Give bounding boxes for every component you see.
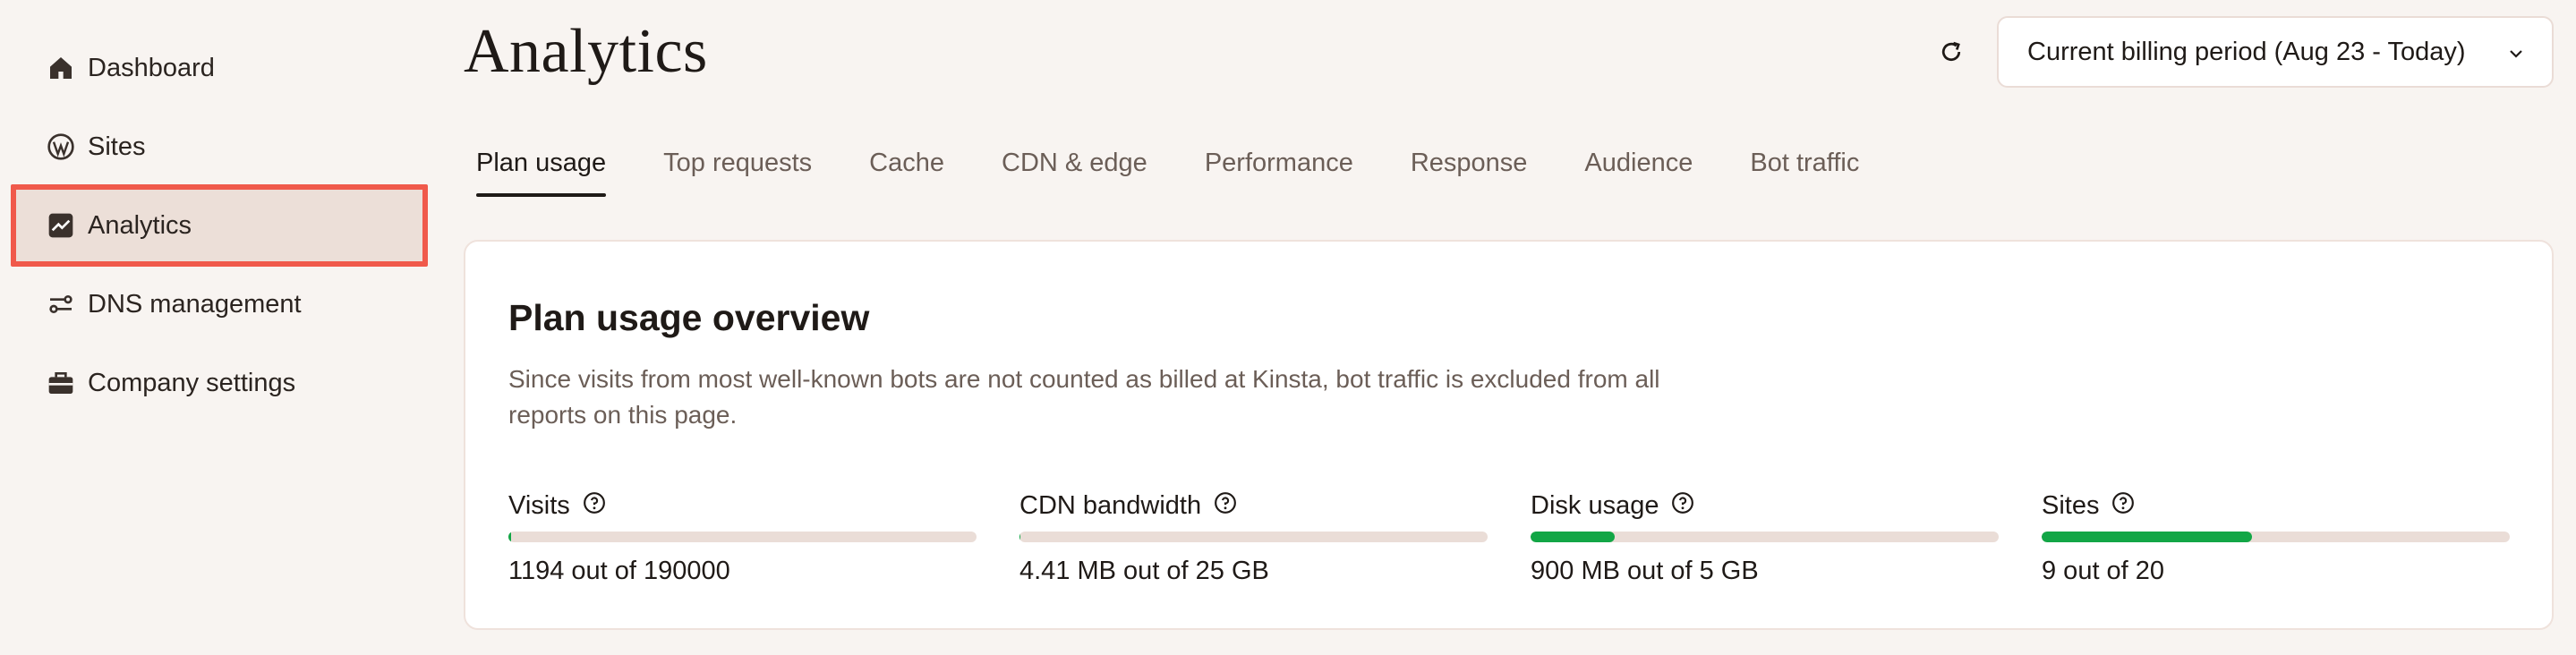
help-icon[interactable] (583, 491, 606, 515)
progress-bar-fill (1531, 532, 1616, 542)
progress-bar-fill (1019, 532, 1021, 542)
sidebar-item-analytics[interactable]: Analytics (11, 184, 428, 267)
home-icon (50, 57, 72, 79)
sidebar-item-label: Analytics (88, 210, 192, 240)
help-icon[interactable] (1671, 491, 1694, 515)
sidebar-item-label: DNS management (88, 289, 302, 319)
metric-label: Sites (2042, 490, 2100, 520)
tab-cdn-edge[interactable]: CDN & edge (1002, 143, 1147, 197)
help-icon[interactable] (2111, 491, 2135, 515)
app-window: Dashboard Sites Analytics DNS management… (0, 0, 2576, 655)
metric-value: 900 MB out of 5 GB (1531, 557, 1759, 585)
tab-performance[interactable]: Performance (1205, 143, 1353, 197)
briefcase-icon (48, 372, 73, 394)
progress-bar (1019, 532, 1488, 542)
progress-bar (2042, 532, 2510, 542)
tab-bot-traffic[interactable]: Bot traffic (1750, 143, 1859, 197)
analytics-icon (48, 213, 73, 238)
metric-disk-usage: Disk usage 900 MB out of 5 GB (1531, 490, 1999, 586)
metric-cdn-bandwidth: CDN bandwidth 4.41 MB out of 25 GB (1019, 490, 1488, 586)
metric-value: 1194 out of 190000 (508, 557, 730, 585)
main-content: Analytics Current billing period (Aug 23… (464, 0, 2554, 655)
chevron-down-icon (2510, 50, 2522, 58)
billing-period-select[interactable]: Current billing period (Aug 23 - Today) (1997, 16, 2554, 88)
analytics-tabs: Plan usage Top requests Cache CDN & edge… (476, 143, 1916, 197)
metric-label: Disk usage (1531, 490, 1659, 520)
refresh-button[interactable] (1932, 32, 1971, 72)
progress-bar (508, 532, 977, 542)
plan-usage-card: Plan usage overview Since visits from mo… (464, 240, 2554, 630)
metric-value: 9 out of 20 (2042, 557, 2165, 585)
sidebar-item-sites[interactable]: Sites (14, 109, 424, 184)
sidebar-item-label: Dashboard (88, 53, 215, 82)
metric-visits: Visits 1194 out of 190000 (508, 490, 977, 586)
sidebar-item-label: Company settings (88, 368, 296, 397)
tab-top-requests[interactable]: Top requests (663, 143, 812, 197)
metric-sites: Sites 9 out of 20 (2042, 490, 2510, 586)
refresh-icon (1941, 41, 1961, 62)
progress-bar-fill (508, 532, 512, 542)
progress-bar (1531, 532, 1999, 542)
tab-cache[interactable]: Cache (869, 143, 944, 197)
progress-bar-fill (2042, 532, 2253, 542)
tab-audience[interactable]: Audience (1584, 143, 1693, 197)
billing-period-value: Current billing period (Aug 23 - Today) (2027, 37, 2466, 66)
page-title: Analytics (464, 17, 708, 86)
usage-metrics: Visits 1194 out of 190000 CDN bandwidth … (508, 490, 2513, 586)
metric-label: Visits (508, 490, 570, 520)
metric-label: CDN bandwidth (1019, 490, 1202, 520)
sidebar: Dashboard Sites Analytics DNS management… (0, 0, 439, 655)
card-title: Plan usage overview (508, 297, 870, 338)
metric-value: 4.41 MB out of 25 GB (1019, 557, 1269, 585)
wordpress-icon (47, 133, 74, 160)
tab-plan-usage[interactable]: Plan usage (476, 143, 607, 197)
sidebar-item-label: Sites (88, 132, 146, 161)
card-description: Since visits from most well-known bots a… (508, 365, 1660, 429)
help-icon[interactable] (1214, 491, 1237, 515)
dns-icon (49, 295, 73, 313)
sidebar-item-company-settings[interactable]: Company settings (14, 345, 424, 421)
sidebar-item-dns-management[interactable]: DNS management (14, 267, 424, 342)
sidebar-item-dashboard[interactable]: Dashboard (14, 30, 424, 106)
tab-response[interactable]: Response (1411, 143, 1528, 197)
